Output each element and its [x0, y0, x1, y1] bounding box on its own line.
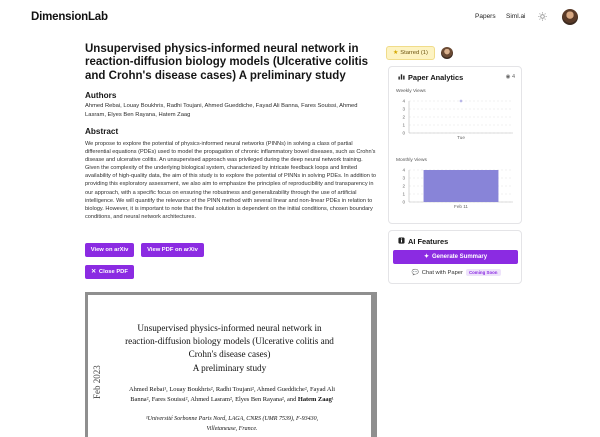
- view-pdf-button[interactable]: View PDF on arXiv: [141, 243, 204, 257]
- nav-link-siml[interactable]: Siml.ai: [506, 13, 526, 20]
- pdf-authors: Ahmed Rebai¹, Louay Boukhris², Radhi Tou…: [116, 385, 348, 406]
- pdf-affil-line: ¹Université Sorbonne Paris Nord, LAGA, C…: [145, 416, 319, 422]
- pdf-affiliation: ¹Université Sorbonne Paris Nord, LAGA, C…: [116, 415, 348, 434]
- abstract-text: We propose to explore the potential of p…: [85, 141, 377, 220]
- starred-button[interactable]: ★ Starred (1): [386, 46, 435, 60]
- monthly-views-label: Monthly Views: [396, 158, 427, 163]
- nav-link-papers[interactable]: Papers: [475, 13, 496, 20]
- y-tick-label: 0: [402, 200, 405, 205]
- monthly-views-chart: 0 1 2 3 4 Feb 11: [402, 168, 513, 209]
- info-icon: [398, 237, 405, 246]
- eye-icon: ◉: [505, 74, 511, 80]
- close-icon: ✕: [91, 269, 96, 275]
- authors-heading: Authors: [85, 91, 117, 100]
- view-on-arxiv-button[interactable]: View on arXiv: [85, 243, 134, 257]
- pdf-authors-line: Ahmed Rebai¹, Louay Boukhris², Radhi Tou…: [128, 386, 336, 393]
- sparkle-icon: ✦: [423, 254, 429, 260]
- logo[interactable]: DimensionLab: [31, 11, 108, 23]
- chat-with-paper-button[interactable]: 💬 Chat with Paper Coming Soon: [389, 269, 523, 276]
- ai-features-label: AI Features: [408, 237, 449, 246]
- analytics-title-label: Paper Analytics: [408, 73, 464, 82]
- chat-label: Chat with Paper: [421, 270, 463, 276]
- starred-label: Starred: [400, 50, 420, 56]
- y-tick-label: 2: [402, 115, 405, 120]
- paper-title: Unsupervised physics-informed neural net…: [85, 43, 369, 82]
- pdf-title-line: Unsupervised physics-informed neural net…: [137, 323, 322, 333]
- authors-list: Ahmed Rebai, Louay Boukhris, Radhi Touja…: [85, 103, 358, 118]
- analytics-title: Paper Analytics: [398, 73, 463, 82]
- user-avatar[interactable]: [562, 9, 578, 25]
- starred-count: (1): [420, 50, 428, 56]
- y-tick-label: 0: [402, 131, 405, 136]
- pdf-title: Unsupervised physics-informed neural net…: [88, 322, 371, 375]
- y-tick-label: 4: [402, 168, 405, 173]
- weekly-views-label: Weekly Views: [396, 89, 426, 94]
- abstract-heading: Abstract: [85, 127, 119, 136]
- x-tick-label: Tue: [457, 135, 465, 140]
- x-tick-label: Feb 11: [454, 204, 468, 209]
- sun-icon[interactable]: [538, 12, 547, 21]
- y-tick-label: 4: [402, 99, 405, 104]
- pdf-affil-line: Villetaneuse, France.: [206, 425, 258, 432]
- close-pdf-button[interactable]: ✕ Close PDF: [85, 265, 134, 279]
- weekly-views-chart: 0 1 2 3 4 Tue: [402, 99, 513, 140]
- top-nav: DimensionLab Papers Siml.ai: [0, 0, 600, 34]
- pdf-author-sup: ¹: [331, 396, 334, 404]
- y-tick-label: 3: [402, 107, 405, 112]
- pdf-title-line: A preliminary study: [192, 362, 267, 373]
- starred-by-avatar[interactable]: [441, 47, 453, 59]
- y-tick-label: 3: [402, 176, 405, 181]
- bar-chart-icon: [398, 73, 405, 82]
- pdf-page[interactable]: Feb 2023 Unsupervised physics-informed n…: [88, 295, 371, 437]
- generate-summary-label: Generate Summary: [432, 254, 488, 260]
- generate-summary-button[interactable]: ✦ Generate Summary: [393, 250, 518, 264]
- chat-icon: 💬: [411, 270, 419, 276]
- y-tick-label: 1: [402, 192, 405, 197]
- ai-features-title: AI Features: [398, 237, 448, 246]
- pdf-author-bold: Hatem Zaag: [297, 396, 332, 404]
- pdf-title-line: reaction-diffusion biology models (Ulcer…: [125, 336, 334, 347]
- close-pdf-label: Close PDF: [98, 269, 128, 275]
- pdf-authors-line2: Banna², Fares Souissi², Ahmed Lasram², E…: [130, 396, 298, 404]
- pdf-title-line: Crohn's disease cases): [188, 349, 271, 360]
- ai-features-card: AI Features ✦ Generate Summary 💬 Chat with…: [388, 230, 522, 284]
- y-tick-label: 1: [402, 123, 405, 128]
- y-tick-label: 2: [402, 184, 405, 189]
- star-icon: ★: [393, 50, 399, 56]
- coming-soon-badge: Coming Soon: [465, 269, 501, 276]
- chart-bar: [423, 170, 499, 202]
- pdf-authors-line: Banna², Fares Souissi², Ahmed Lasram², E…: [116, 395, 348, 405]
- views-count: ◉ 4: [506, 74, 515, 80]
- paper-analytics-card: Paper Analytics ◉ 4 Weekly Views 0 1 2 3 4 Tu…: [388, 66, 522, 224]
- views-count-value: 4: [511, 74, 515, 80]
